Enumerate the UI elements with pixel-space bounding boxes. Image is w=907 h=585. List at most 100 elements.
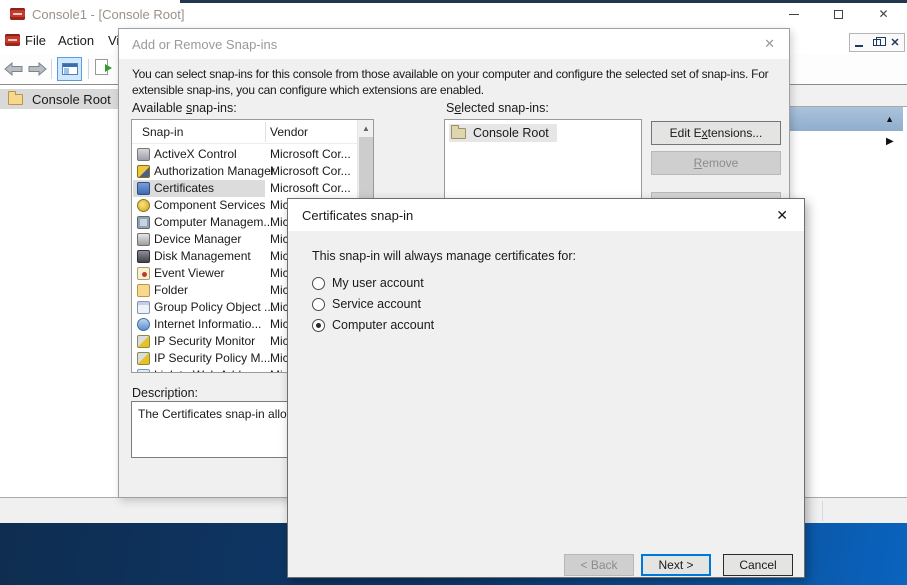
console-tree-icon xyxy=(62,63,78,75)
close-icon: ✕ xyxy=(878,7,888,21)
radio-label: My user account xyxy=(332,276,424,290)
next-button[interactable]: Next > xyxy=(641,554,711,576)
radio-option-computer-account[interactable]: Computer account xyxy=(312,317,434,333)
tree-item-console-root[interactable]: Console Root xyxy=(0,89,118,109)
dialog-title-bar[interactable]: Certificates snap-in ✕ xyxy=(288,199,804,231)
link-to-web-icon xyxy=(137,369,150,372)
radio-label: Service account xyxy=(332,297,421,311)
snapin-name: Event Viewer xyxy=(154,266,224,280)
list-column-headers: Snap-in Vendor xyxy=(132,120,357,144)
child-minimize-button[interactable] xyxy=(850,34,868,51)
snapin-name: IP Security Policy M... xyxy=(154,351,270,365)
table-row-certificates[interactable]: CertificatesMicrosoft Cor... xyxy=(132,180,357,197)
child-close-button[interactable]: ✕ xyxy=(886,34,904,51)
actions-pane-header[interactable]: ▲ xyxy=(790,107,903,131)
edit-extensions-button[interactable]: Edit Extensions... xyxy=(651,121,781,145)
window-top-edge xyxy=(180,0,907,3)
column-header-snapin[interactable]: Snap-in xyxy=(142,125,183,139)
window-title-bar[interactable]: Console1 - [Console Root] ✕ xyxy=(0,0,907,28)
toolbar-separator xyxy=(88,59,89,79)
authorization-manager-icon xyxy=(137,165,150,178)
intro-text-line2: extensible snap-ins, you can configure w… xyxy=(132,83,484,97)
radio-icon[interactable] xyxy=(312,319,325,332)
snapin-name: Authorization Manager xyxy=(154,164,275,178)
toolbar-separator xyxy=(51,59,52,79)
snapin-name: Component Services xyxy=(154,198,265,212)
remove-button[interactable]: Remove xyxy=(651,151,781,175)
snapin-name: ActiveX Control xyxy=(154,147,237,161)
dialog-title: Add or Remove Snap-ins xyxy=(132,37,277,52)
maximize-icon xyxy=(834,10,843,19)
internet-information-icon xyxy=(137,318,150,331)
snapin-name: Group Policy Object ... xyxy=(154,300,274,314)
menu-item-action[interactable]: Action xyxy=(55,33,97,48)
list-item-console-root[interactable]: Console Root xyxy=(449,124,557,142)
export-list-icon xyxy=(95,59,108,75)
show-hide-console-tree-button[interactable] xyxy=(57,57,82,81)
radio-icon[interactable] xyxy=(312,277,325,290)
restore-icon xyxy=(873,39,881,46)
menu-item-file[interactable]: File xyxy=(22,33,49,48)
table-row[interactable]: Authorization ManagerMicrosoft Cor... xyxy=(132,163,357,180)
dialog-title-bar[interactable]: Add or Remove Snap-ins ✕ xyxy=(119,29,789,59)
back-button[interactable]: < Back xyxy=(564,554,634,576)
close-icon: ✕ xyxy=(890,36,899,49)
event-viewer-icon xyxy=(137,267,150,280)
more-actions-arrow-icon[interactable]: ▶ xyxy=(886,136,894,147)
radio-option-service-account[interactable]: Service account xyxy=(312,296,421,312)
child-restore-button[interactable] xyxy=(868,34,886,51)
tree-item-label: Console Root xyxy=(32,92,111,107)
result-pane-header xyxy=(790,85,907,106)
certificates-icon xyxy=(137,182,150,195)
scroll-up-icon[interactable]: ▲ xyxy=(358,120,374,136)
group-policy-icon xyxy=(137,301,150,314)
minimize-button[interactable] xyxy=(771,0,816,28)
close-icon[interactable]: ✕ xyxy=(764,36,775,52)
folder-icon xyxy=(451,128,466,139)
scrollbar-thumb[interactable] xyxy=(359,137,373,199)
minimize-icon xyxy=(789,14,799,15)
intro-text-line1: You can select snap-ins for this console… xyxy=(132,67,768,81)
radio-option-my-user-account[interactable]: My user account xyxy=(312,275,424,291)
description-text: The Certificates snap-in allows y xyxy=(138,407,311,421)
snapin-vendor: Microsoft Cor... xyxy=(270,181,351,195)
export-list-button[interactable] xyxy=(95,59,108,75)
dialog-title: Certificates snap-in xyxy=(302,208,413,223)
description-label: Description: xyxy=(132,386,198,400)
table-row[interactable]: ActiveX Control Microsoft Cor... xyxy=(132,146,357,163)
close-button[interactable]: ✕ xyxy=(861,0,906,28)
column-divider[interactable] xyxy=(265,122,266,142)
component-services-icon xyxy=(137,199,150,212)
maximize-button[interactable] xyxy=(816,0,861,28)
radio-icon[interactable] xyxy=(312,298,325,311)
console-tree-panel: Console Root xyxy=(0,85,118,497)
snapin-name: Disk Management xyxy=(154,249,251,263)
mmc-app-icon xyxy=(10,8,25,20)
cancel-button[interactable]: Cancel xyxy=(723,554,793,576)
child-window-controls: ✕ xyxy=(849,33,905,52)
minimize-icon xyxy=(855,45,863,47)
collapse-chevron-icon[interactable]: ▲ xyxy=(885,114,903,124)
snapin-name: Internet Informatio... xyxy=(154,317,261,331)
certificates-snapin-dialog: Certificates snap-in ✕ This snap-in will… xyxy=(287,198,805,578)
mmc-child-icon xyxy=(5,34,20,46)
snapin-name: Device Manager xyxy=(154,232,241,246)
activex-icon xyxy=(137,148,150,161)
back-button[interactable] xyxy=(4,62,23,76)
forward-arrow-icon xyxy=(28,62,47,76)
selected-snapins-label: Selected snap-ins: xyxy=(446,101,549,115)
snapin-name: Computer Managem... xyxy=(154,215,273,229)
snapin-vendor: Microsoft Cor... xyxy=(270,147,351,161)
window-title: Console1 - [Console Root] xyxy=(32,7,184,22)
disk-management-icon xyxy=(137,250,150,263)
list-item-label: Console Root xyxy=(473,126,549,140)
snapin-vendor: Microsoft Cor... xyxy=(270,164,351,178)
forward-button[interactable] xyxy=(28,62,47,76)
close-icon[interactable]: ✕ xyxy=(776,207,788,224)
snapin-name: Link to Web Addre... xyxy=(154,368,262,372)
column-header-vendor[interactable]: Vendor xyxy=(270,125,308,139)
available-snapins-label: Available snap-ins: xyxy=(132,101,237,115)
device-manager-icon xyxy=(137,233,150,246)
ip-security-monitor-icon xyxy=(137,335,150,348)
snapin-name: Folder xyxy=(154,283,188,297)
